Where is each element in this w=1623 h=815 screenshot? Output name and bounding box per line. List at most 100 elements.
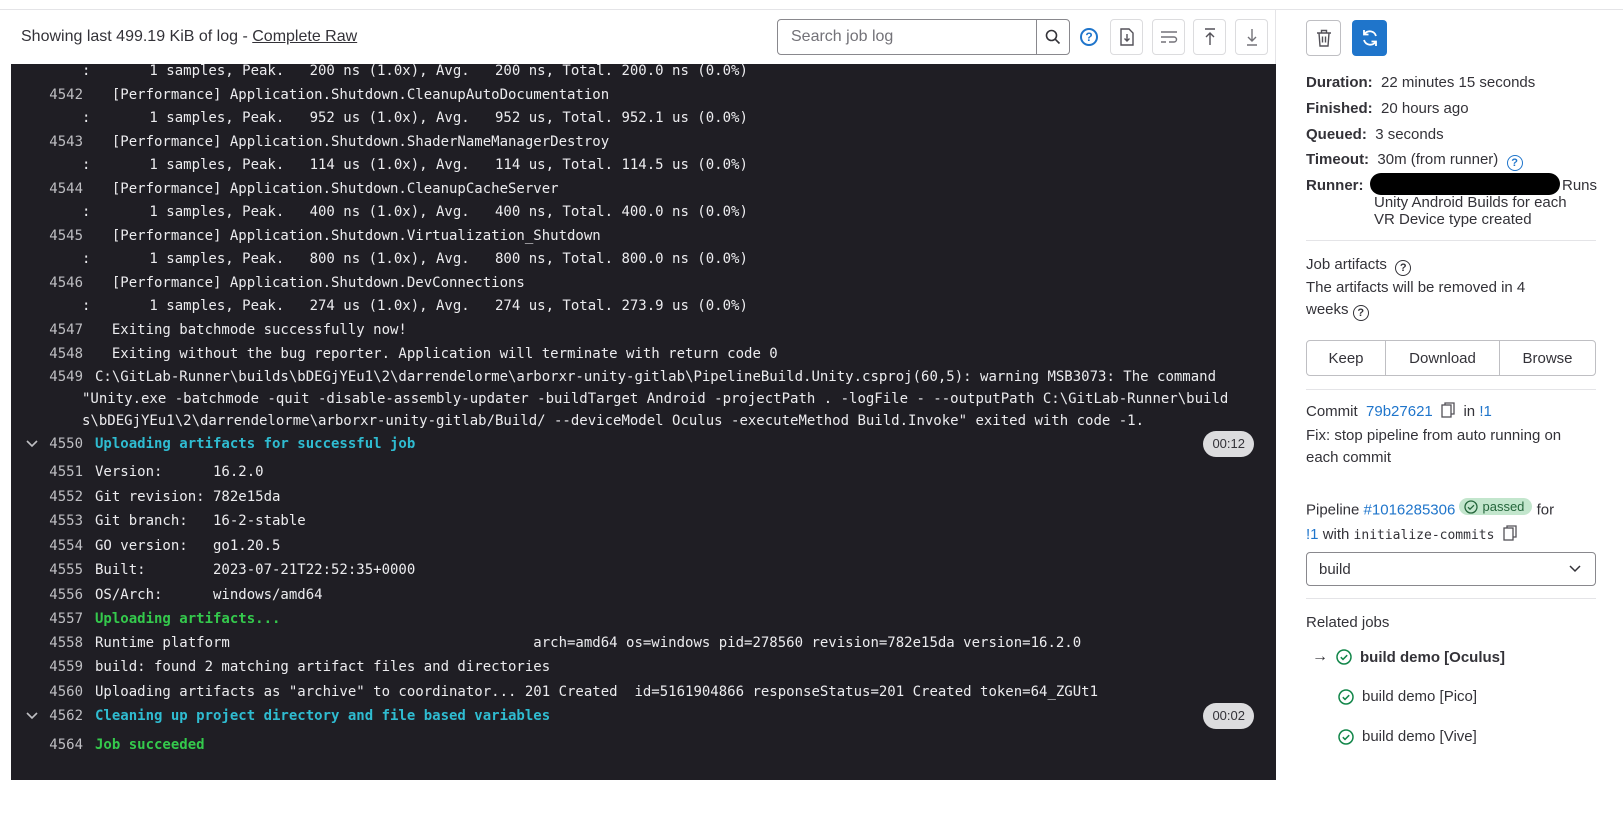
log-header: Showing last 499.19 KiB of log - Complet…: [11, 10, 1276, 64]
log-text: [Performance] Application.Shutdown.Clean…: [95, 181, 559, 197]
job-artifacts-title: Job artifacts ?: [1306, 256, 1412, 276]
related-job-vive[interactable]: build demo [Vive]: [1338, 728, 1477, 745]
line-number[interactable]: 4550: [11, 433, 83, 455]
log-text: : 1 samples, Peak. 800 ns (1.0x), Avg. 8…: [82, 251, 748, 267]
log-text: [Performance] Application.Shutdown.Virtu…: [95, 228, 601, 244]
log-text: GO version: go1.20.5: [95, 538, 281, 554]
search-button[interactable]: [1036, 20, 1069, 54]
log-text: Git branch: 16-2-stable: [95, 513, 306, 529]
search-input[interactable]: [778, 20, 1036, 54]
commit-sha-link[interactable]: 79b27621: [1366, 403, 1433, 420]
log-text: Uploading artifacts as "archive" to coor…: [95, 684, 1099, 700]
file-download-icon: [1119, 28, 1134, 46]
success-status-icon: [1338, 688, 1354, 705]
runner-desc-2: Unity Android Builds for each: [1374, 194, 1567, 211]
pipeline-link[interactable]: #1016285306: [1364, 502, 1456, 519]
scroll-to-bottom-button[interactable]: [1235, 19, 1268, 55]
log-text: OS/Arch: windows/amd64: [95, 587, 323, 603]
divider: [1306, 240, 1596, 241]
scroll-to-top-button[interactable]: [1193, 19, 1226, 55]
retry-icon: [1362, 30, 1377, 46]
merge-request-link[interactable]: !1: [1479, 403, 1492, 420]
text-wrap-icon: [1160, 31, 1177, 43]
line-number[interactable]: 4559: [11, 656, 83, 678]
line-number[interactable]: 4546: [11, 272, 83, 294]
queued: Queued: 3 seconds: [1306, 126, 1444, 143]
related-job-oculus[interactable]: → build demo [Oculus]: [1312, 648, 1505, 666]
copy-icon[interactable]: [1441, 402, 1455, 418]
log-text: s\bDEGjYEu1\2\darrendelorme\arborxr-unit…: [82, 413, 1145, 429]
keep-button[interactable]: Keep: [1307, 341, 1386, 375]
finished: Finished: 20 hours ago: [1306, 100, 1469, 117]
log-text: Exiting batchmode successfully now!: [95, 322, 407, 338]
redacted-runner-name: [1370, 173, 1560, 195]
line-number[interactable]: 4545: [11, 225, 83, 247]
artifacts-note-1: The artifacts will be removed in 4: [1306, 279, 1526, 296]
browse-button[interactable]: Browse: [1500, 341, 1595, 375]
line-number[interactable]: 4554: [11, 535, 83, 557]
line-number[interactable]: 4553: [11, 510, 83, 532]
related-jobs-title: Related jobs: [1306, 614, 1390, 631]
timeout-help-icon[interactable]: ?: [1506, 155, 1523, 171]
download-button[interactable]: Download: [1386, 341, 1500, 375]
artifacts-note-2: weeks ?: [1306, 301, 1369, 321]
download-raw-button[interactable]: [1110, 19, 1143, 55]
log-text: : 1 samples, Peak. 400 ns (1.0x), Avg. 4…: [82, 204, 748, 220]
line-number[interactable]: 4560: [11, 681, 83, 703]
help-icon[interactable]: ?: [1080, 28, 1098, 46]
scroll-up-icon: [1204, 28, 1215, 45]
commit-message-1: Fix: stop pipeline from auto running on: [1306, 427, 1562, 444]
current-arrow-icon: →: [1312, 648, 1328, 665]
erase-log-button[interactable]: [1306, 20, 1341, 56]
log-text: : 1 samples, Peak. 952 us (1.0x), Avg. 9…: [82, 110, 748, 126]
log-text: : 1 samples, Peak. 274 us (1.0x), Avg. 2…: [82, 298, 748, 314]
expiry-help-icon[interactable]: ?: [1352, 305, 1369, 321]
line-number[interactable]: 4549: [11, 366, 83, 388]
line-number[interactable]: 4552: [11, 486, 83, 508]
search-icon: [1045, 29, 1061, 45]
retry-button[interactable]: [1352, 20, 1387, 56]
wrap-lines-button[interactable]: [1152, 19, 1185, 55]
line-number[interactable]: 4548: [11, 343, 83, 365]
log-text: [Performance] Application.Shutdown.DevCo…: [95, 275, 525, 291]
line-number[interactable]: 4543: [11, 131, 83, 153]
log-text: build: found 2 matching artifact files a…: [95, 659, 551, 675]
success-status-icon: [1336, 649, 1352, 665]
artifacts-help-icon[interactable]: ?: [1395, 260, 1412, 276]
log-text: Uploading artifacts for successful job: [95, 436, 416, 452]
artifact-buttons: Keep Download Browse: [1306, 340, 1596, 376]
line-number[interactable]: 4556: [11, 584, 83, 606]
runner-desc-3: VR Device type created: [1374, 211, 1532, 228]
related-job-pico[interactable]: build demo [Pico]: [1338, 688, 1477, 705]
log-text: Built: 2023-07-21T22:52:35+0000: [95, 562, 416, 578]
success-status-icon: [1338, 728, 1354, 745]
line-number[interactable]: 4542: [11, 84, 83, 106]
check-circle-icon: [1464, 499, 1479, 514]
section-duration-badge: 00:02: [1203, 703, 1254, 729]
divider: [1306, 389, 1596, 390]
line-number[interactable]: 4555: [11, 559, 83, 581]
duration: Duration: 22 minutes 15 seconds: [1306, 74, 1536, 91]
job-log: : 1 samples, Peak. 200 ns (1.0x), Avg. 2…: [11, 64, 1276, 780]
log-text: Git revision: 782e15da: [95, 489, 281, 505]
pipeline-mr-link[interactable]: !1: [1306, 526, 1319, 543]
commit-message-2: each commit: [1306, 449, 1392, 466]
line-number[interactable]: 4557: [11, 608, 83, 630]
line-number[interactable]: 4562: [11, 705, 83, 727]
log-text: Runtime platform arch=amd64 os=windows p…: [95, 635, 1082, 651]
line-number[interactable]: 4564: [11, 734, 83, 756]
line-number[interactable]: 4558: [11, 632, 83, 654]
copy-branch-icon[interactable]: [1503, 525, 1517, 541]
pipeline-status-badge[interactable]: passed: [1459, 498, 1533, 515]
stage-select[interactable]: build: [1306, 552, 1596, 586]
complete-raw-link[interactable]: Complete Raw: [252, 28, 357, 45]
log-text: Cleaning up project directory and file b…: [95, 708, 551, 724]
log-text: Job succeeded: [95, 737, 205, 753]
log-text: Version: 16.2.0: [95, 464, 264, 480]
line-number[interactable]: 4544: [11, 178, 83, 200]
line-number[interactable]: 4551: [11, 461, 83, 483]
log-text: C:\GitLab-Runner\builds\bDEGjYEu1\2\darr…: [95, 369, 1217, 385]
line-number[interactable]: 4547: [11, 319, 83, 341]
log-text: "Unity.exe -batchmode -quit -disable-ass…: [82, 391, 1229, 407]
trash-icon: [1316, 29, 1331, 47]
